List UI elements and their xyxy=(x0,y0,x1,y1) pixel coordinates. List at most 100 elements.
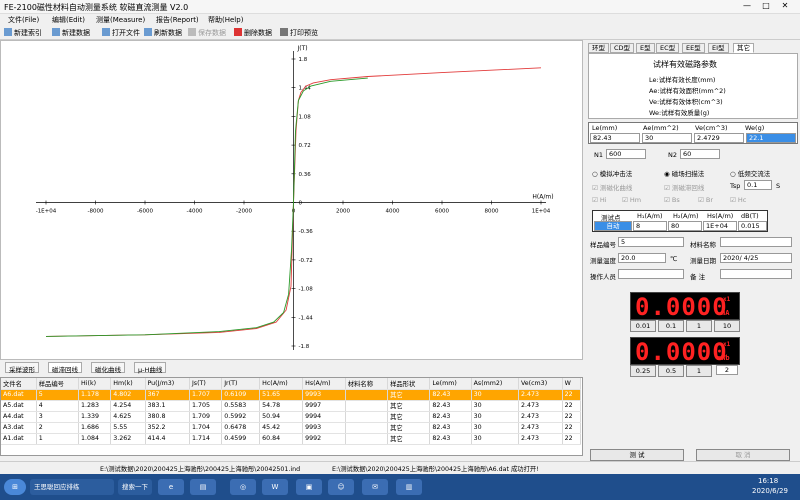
tab-ei[interactable]: EI型 xyxy=(708,43,729,53)
menu-edit[interactable]: 编辑(Edit) xyxy=(52,15,85,25)
tab-ee[interactable]: EE型 xyxy=(682,43,705,53)
menu-report[interactable]: 报告(Report) xyxy=(156,15,199,25)
input-ae[interactable]: 30 xyxy=(642,133,692,143)
menu-help[interactable]: 帮助(Help) xyxy=(208,15,243,25)
input-ve[interactable]: 2.4729 xyxy=(694,133,744,143)
temp-input[interactable]: 20.0 xyxy=(618,253,666,263)
grid-col-header[interactable]: Le(mm) xyxy=(429,378,472,390)
grid-col-header[interactable]: 样品编号 xyxy=(36,378,80,390)
tab-e[interactable]: E型 xyxy=(636,43,655,53)
start-icon[interactable]: ⊞ xyxy=(4,479,26,495)
tab-cd[interactable]: CD型 xyxy=(610,43,635,53)
wechat-icon[interactable]: ✉ xyxy=(362,479,388,495)
grid-col-header[interactable]: As(mm2) xyxy=(471,378,519,390)
delete-button[interactable]: 删除数据 xyxy=(234,28,272,38)
grid-col-header[interactable]: Hc(A/m) xyxy=(259,378,304,390)
radio-field-scan-label: 磁场扫描法 xyxy=(671,170,705,178)
browser-icon[interactable]: ◎ xyxy=(230,479,256,495)
search-button[interactable]: 搜索一下 xyxy=(118,479,152,495)
tab-other[interactable]: 其它 xyxy=(733,43,754,53)
range-0-5[interactable]: 0.5 xyxy=(658,365,684,377)
open-file-button[interactable]: 打开文件 xyxy=(102,28,140,38)
tp-auto[interactable]: 自动 xyxy=(594,221,632,231)
grid-col-header[interactable]: Js(T) xyxy=(189,378,223,390)
chk-hm[interactable]: ☑ Hm xyxy=(622,196,641,204)
range-1b[interactable]: 1 xyxy=(686,365,712,377)
chk-bs[interactable]: ☑ Bs xyxy=(664,196,680,204)
new-data-button[interactable]: 新建数据 xyxy=(52,28,90,38)
table-row[interactable]: A3.dat 2 1.686 5.55 352.2 1.704 0.6478 45.42 999… xyxy=(1,422,582,434)
refresh-button[interactable]: 刷新数据 xyxy=(144,28,182,38)
new-index-button[interactable]: 新建索引 xyxy=(4,28,42,38)
save-button[interactable]: 保存数据 xyxy=(188,28,226,38)
grid-col-header[interactable]: 样品形状 xyxy=(387,378,431,390)
table-cell xyxy=(345,411,389,423)
table-row[interactable]: A1.dat 1 1.084 3.262 414.4 1.714 0.4599 60.84 99… xyxy=(1,433,582,445)
radio-field-scan[interactable]: ◉ 磁场扫描法 xyxy=(664,168,704,178)
chk-magnetization[interactable]: ☑ 测磁化曲线 xyxy=(592,182,632,192)
y-tick-label: -1.8 xyxy=(299,344,310,350)
tab-hysteresis-loop[interactable]: 磁滞回线 xyxy=(48,362,82,374)
tab-sampling-waveform[interactable]: 采样波形 xyxy=(5,362,39,374)
n2-input[interactable]: 60 xyxy=(680,149,720,159)
chk-br[interactable]: ☑ Br xyxy=(698,196,713,204)
tab-ec[interactable]: EC型 xyxy=(656,43,680,53)
tab-mu-h-curve[interactable]: μ-H曲线 xyxy=(134,362,167,374)
material-input[interactable] xyxy=(720,237,792,247)
range-0-25[interactable]: 0.25 xyxy=(630,365,656,377)
news-item[interactable]: 王思聪回应排练 xyxy=(30,479,114,495)
table-row[interactable]: A4.dat 3 1.339 4.625 380.8 1.709 0.5992 50.94 99… xyxy=(1,411,582,423)
radio-ballistic[interactable]: ○ 模拟冲击法 xyxy=(592,168,632,178)
y-tick-label: 1.8 xyxy=(299,57,308,63)
chk-hysteresis[interactable]: ☑ 测磁滞回线 xyxy=(664,182,704,192)
cancel-button[interactable]: 取 消 xyxy=(696,449,790,461)
clock-time: 16:18 xyxy=(758,477,779,485)
chat-icon[interactable]: ☺ xyxy=(328,479,354,495)
grid-col-header[interactable]: Jr(T) xyxy=(221,378,261,390)
radio-lowfreq-ac[interactable]: ○ 低频交流法 xyxy=(730,168,770,178)
chk-hi[interactable]: ☑ Hi xyxy=(592,196,607,204)
sample-no-input[interactable]: 5 xyxy=(618,237,684,247)
menu-measure[interactable]: 测量(Measure) xyxy=(96,15,145,25)
tab-magnetization-curve[interactable]: 磁化曲线 xyxy=(91,362,125,374)
range-1[interactable]: 1 xyxy=(686,320,712,332)
date-select[interactable]: 2020/ 4/25 xyxy=(720,253,792,263)
n1-input[interactable]: 600 xyxy=(606,149,646,159)
grid-col-header[interactable]: 文件名 xyxy=(1,378,37,390)
range-10[interactable]: 10 xyxy=(714,320,740,332)
grid-col-header[interactable]: Hm(k) xyxy=(110,378,146,390)
meter-app-icon[interactable]: ▥ xyxy=(396,479,422,495)
operator-input[interactable] xyxy=(618,269,684,279)
grid-col-header[interactable]: Hi(k) xyxy=(78,378,112,390)
maximize-button[interactable]: □ xyxy=(759,1,773,11)
close-button[interactable]: ✕ xyxy=(778,1,792,11)
input-le[interactable]: 82.43 xyxy=(590,133,640,143)
wps-icon[interactable]: W xyxy=(262,479,288,495)
tsp-input[interactable]: 0.1 xyxy=(744,180,772,190)
range-0-1[interactable]: 0.1 xyxy=(658,320,684,332)
tp-h2[interactable]: 80 xyxy=(668,221,702,231)
print-preview-button[interactable]: 打印预览 xyxy=(280,28,318,38)
menu-file[interactable]: 文件(File) xyxy=(8,15,39,25)
tp-db[interactable]: 0.015 xyxy=(738,221,767,231)
folder-icon[interactable]: ▤ xyxy=(190,479,216,495)
grid-col-header[interactable]: Ve(cm3) xyxy=(518,378,563,390)
app-icon[interactable]: ▣ xyxy=(296,479,322,495)
table-row[interactable]: A5.dat 4 1.283 4.254 383.1 1.705 0.5583 54.78 99… xyxy=(1,400,582,412)
test-button[interactable]: 测 试 xyxy=(590,449,684,461)
tp-hs[interactable]: 1E+04 xyxy=(703,221,737,231)
note-input[interactable] xyxy=(720,269,792,279)
flux-range-extra[interactable]: 2 xyxy=(716,365,738,375)
tab-ring[interactable]: 环型 xyxy=(588,43,609,53)
input-we[interactable]: 22.1 xyxy=(746,133,796,143)
grid-col-header[interactable]: W xyxy=(562,378,582,390)
minimize-button[interactable]: — xyxy=(740,1,754,11)
grid-col-header[interactable]: Pu(J/m3) xyxy=(145,378,190,390)
table-row[interactable]: A6.dat 5 1.178 4.802 367 1.707 0.6109 51.65 9993… xyxy=(1,389,582,401)
tp-h1[interactable]: 8 xyxy=(633,221,667,231)
chk-hc[interactable]: ☑ Hc xyxy=(730,196,746,204)
grid-col-header[interactable]: Hs(A/m) xyxy=(302,378,346,390)
ie-icon[interactable]: e xyxy=(158,479,184,495)
range-0-01[interactable]: 0.01 xyxy=(630,320,656,332)
grid-col-header[interactable]: 材料名称 xyxy=(345,378,389,390)
